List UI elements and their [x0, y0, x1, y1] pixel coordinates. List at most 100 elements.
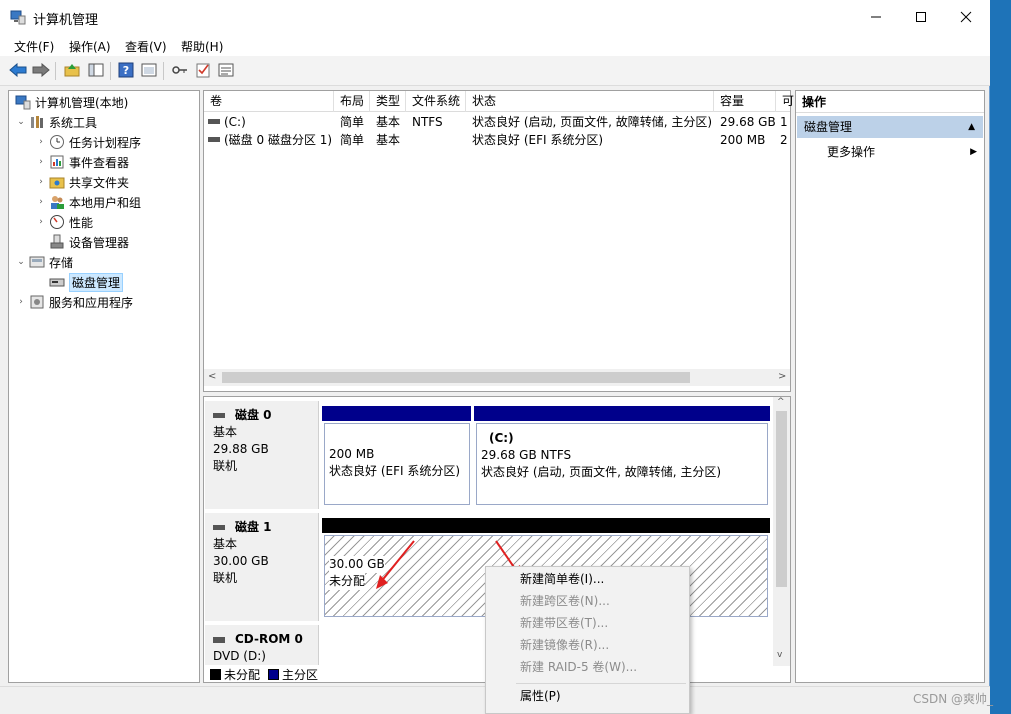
maximize-button[interactable]: [898, 0, 944, 34]
volume-row[interactable]: (C:) 简单 基本 NTFS 状态良好 (启动, 页面文件, 故障转储, 主分…: [204, 113, 790, 131]
vertical-scrollbar[interactable]: ^ v: [773, 397, 790, 666]
close-button[interactable]: [943, 0, 989, 34]
tree-item-system-tools[interactable]: ⌄ 系统工具: [15, 112, 97, 132]
tree-item-computer-management[interactable]: 计算机管理(本地): [13, 92, 128, 112]
volume-type: 基本: [376, 115, 401, 129]
watermark: CSDN @爽帅_: [913, 692, 994, 706]
tree-item-services-apps[interactable]: › 服务和应用程序: [15, 292, 133, 312]
tree-item-local-users[interactable]: › 本地用户和组: [35, 192, 141, 212]
tree-item-shared-folders[interactable]: › 共享文件夹: [35, 172, 129, 192]
list-view-icon: [218, 63, 234, 77]
menu-item-new-simple-volume[interactable]: 新建简单卷(I)...: [520, 568, 604, 590]
horizontal-scrollbar[interactable]: < >: [204, 369, 790, 386]
chevron-right-icon[interactable]: ›: [35, 157, 47, 167]
disk-type: DVD (D:): [213, 649, 266, 663]
column-header-layout[interactable]: 布局: [334, 91, 370, 112]
menu-item-new-striped-volume[interactable]: 新建带区卷(T)...: [520, 612, 608, 634]
volume-name: (磁盘 0 磁盘分区 1): [224, 133, 333, 147]
menu-item-properties[interactable]: 属性(P): [520, 685, 561, 707]
disk-state: 联机: [213, 571, 238, 585]
tree-item-performance[interactable]: › 性能: [35, 212, 93, 232]
tree-item-task-scheduler[interactable]: › 任务计划程序: [35, 132, 141, 152]
console-tree-icon: [88, 63, 104, 77]
partition-efi[interactable]: 200 MB 状态良好 (EFI 系统分区): [324, 423, 470, 505]
chevron-right-icon[interactable]: ›: [35, 217, 47, 227]
tree-item-event-viewer[interactable]: › 事件查看器: [35, 152, 129, 172]
properties-button[interactable]: [139, 60, 159, 80]
disk-name: CD-ROM 0: [235, 632, 303, 646]
computer-management-icon: [15, 94, 31, 110]
volume-status: 状态良好 (启动, 页面文件, 故障转储, 主分区): [472, 115, 713, 129]
menu-help[interactable]: 帮助(H): [181, 38, 223, 55]
disk-type: 基本: [213, 425, 238, 439]
horizontal-scroll-thumb[interactable]: [222, 372, 690, 383]
collapse-up-icon[interactable]: ▲: [968, 116, 975, 138]
properties-pane-icon: [141, 63, 157, 77]
disk-0-label[interactable]: 磁盘 0 基本 29.88 GB 联机: [205, 401, 319, 509]
minimize-button[interactable]: [853, 0, 899, 34]
volume-row[interactable]: (磁盘 0 磁盘分区 1) 简单 基本 状态良好 (EFI 系统分区) 200 …: [204, 131, 790, 149]
vertical-scroll-thumb[interactable]: [776, 411, 787, 587]
volume-name: (C:): [224, 115, 246, 129]
menu-item-new-mirrored-volume[interactable]: 新建镜像卷(R)...: [520, 634, 609, 656]
partition-bar-primary: [322, 406, 471, 421]
chevron-right-icon[interactable]: ›: [35, 177, 47, 187]
storage-icon: [29, 254, 45, 270]
partition-status: 未分配: [329, 573, 366, 590]
checklist-button[interactable]: [193, 60, 213, 80]
disk-state: 联机: [213, 459, 238, 473]
menu-view[interactable]: 查看(V): [125, 38, 167, 55]
menu-item-new-raid5-volume[interactable]: 新建 RAID-5 卷(W)...: [520, 656, 637, 678]
help-button[interactable]: ?: [116, 60, 136, 80]
chevron-right-icon[interactable]: ›: [35, 137, 47, 147]
disk-icon: [213, 525, 225, 530]
actions-section-disk-management[interactable]: 磁盘管理 ▲: [797, 116, 983, 138]
up-folder-button[interactable]: [62, 60, 82, 80]
partition-bar-primary: [474, 406, 770, 421]
menu-action[interactable]: 操作(A): [69, 38, 111, 55]
console-tree: 计算机管理(本地) ⌄ 系统工具 › 任务计划程序 › 事件查看器 › 共享文件…: [8, 90, 200, 683]
chevron-right-icon[interactable]: ›: [15, 297, 27, 307]
column-header-volume[interactable]: 卷: [204, 91, 334, 112]
disk-name: 磁盘 0: [235, 408, 272, 422]
key-icon: [172, 66, 187, 74]
title-bar[interactable]: 计算机管理: [0, 0, 990, 34]
more-actions-item[interactable]: 更多操作 ▶: [827, 142, 977, 162]
menu-item-new-spanned-volume[interactable]: 新建跨区卷(N)...: [520, 590, 610, 612]
forward-button[interactable]: [31, 60, 51, 80]
column-header-status[interactable]: 状态: [466, 91, 714, 112]
scroll-down-icon[interactable]: v: [777, 650, 782, 660]
connect-button[interactable]: [170, 60, 190, 80]
scroll-left-icon[interactable]: <: [208, 371, 216, 382]
cdrom-label[interactable]: CD-ROM 0 DVD (D:): [205, 625, 319, 665]
menu-file[interactable]: 文件(F): [14, 38, 54, 55]
chevron-down-icon[interactable]: ⌄: [15, 117, 27, 127]
scroll-right-icon[interactable]: >: [778, 371, 786, 382]
tree-label: 系统工具: [49, 115, 98, 130]
tree-label: 本地用户和组: [69, 195, 142, 210]
chevron-down-icon[interactable]: ⌄: [15, 257, 27, 267]
disk-icon: [213, 413, 225, 418]
disk-1-label[interactable]: 磁盘 1 基本 30.00 GB 联机: [205, 513, 319, 621]
disk-size: 29.88 GB: [213, 442, 269, 456]
column-header-free[interactable]: 可: [776, 91, 794, 112]
scroll-up-icon[interactable]: ^: [777, 397, 785, 407]
show-hide-tree-button[interactable]: [86, 60, 106, 80]
tree-item-disk-management[interactable]: 磁盘管理: [47, 272, 124, 292]
volume-free: 1: [780, 115, 788, 129]
partition-size: 29.68 GB NTFS: [481, 448, 572, 462]
list-view-button[interactable]: [216, 60, 236, 80]
actions-section-label: 磁盘管理: [804, 120, 853, 134]
volume-status: 状态良好 (EFI 系统分区): [472, 133, 604, 147]
tree-label: 服务和应用程序: [49, 295, 134, 310]
volume-filesystem: [406, 131, 466, 149]
column-header-filesystem[interactable]: 文件系统: [406, 91, 466, 112]
column-header-capacity[interactable]: 容量: [714, 91, 776, 112]
back-button[interactable]: [8, 60, 28, 80]
column-header-type[interactable]: 类型: [370, 91, 406, 112]
tree-label: 任务计划程序: [69, 135, 142, 150]
chevron-right-icon[interactable]: ›: [35, 197, 47, 207]
partition-c[interactable]: (C:) 29.68 GB NTFS 状态良好 (启动, 页面文件, 故障转储,…: [476, 423, 768, 505]
tree-item-storage[interactable]: ⌄ 存储: [15, 252, 73, 272]
tree-item-device-manager[interactable]: 设备管理器: [47, 232, 129, 252]
